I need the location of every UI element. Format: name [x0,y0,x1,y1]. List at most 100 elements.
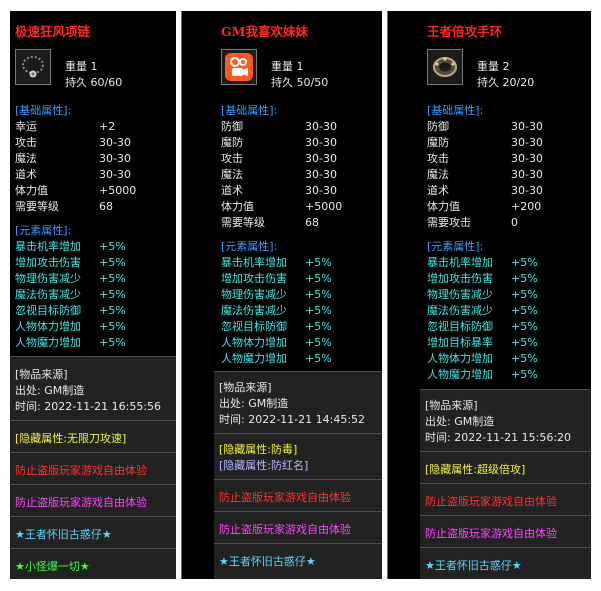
stat-value: +5% [511,368,538,381]
stat-value: +5% [99,288,126,301]
stat-name: 幸运 [15,120,37,133]
stat-value: +2 [99,120,116,133]
weight-value: 1 [90,60,98,73]
base-stat-row: 体力值 +200 [427,198,541,214]
stat-value: +5% [99,240,126,253]
stat-name: 体力值 [221,200,254,213]
stat-value: +5% [511,336,538,349]
element-stat-row: 忽视目标防御 +5% [427,318,538,334]
time-label: 时间: [425,431,451,444]
stat-value: +5% [511,304,538,317]
stat-name: 忽视目标防御 [15,304,81,317]
stat-name: 人物体力增加 [221,336,287,349]
base-stat-row: 攻击 30-30 [15,134,131,150]
anti-piracy-notice: 防止盗版玩家游戏自由体验 [15,464,147,477]
stat-name: 魔防 [427,136,449,149]
base-stat-row: 道术 30-30 [427,182,543,198]
stat-value: +5% [99,320,126,333]
stat-name: 道术 [427,184,449,197]
stat-value: +5000 [99,184,137,197]
weight-row: 重量 1 [271,58,304,74]
stat-name: 增加攻击伤害 [15,256,81,269]
item-slot[interactable] [15,49,51,85]
stat-name: 魔法伤害减少 [15,288,81,301]
stat-name: 增加目标暴率 [427,336,493,349]
stat-name: 魔法 [221,168,243,181]
base-stat-row: 需要攻击 0 [427,214,518,230]
item-footer: [物品来源] 出处: GM制造 时间: 2022-11-21 16:55:56 … [10,356,176,579]
divider [181,11,182,579]
element-stat-row: 人物魔力增加 +5% [221,350,332,366]
origin-value: GM制造 [454,415,495,428]
stat-value: +200 [511,200,542,213]
element-stat-row: 增加攻击伤害 +5% [427,270,538,286]
element-stat-row: 忽视目标防御 +5% [221,318,332,334]
divider [214,479,382,480]
durability-row: 持久 20/20 [477,74,534,90]
stat-value: +5% [99,256,126,269]
stat-value: 30-30 [511,152,543,165]
time-value: 2022-11-21 16:55:56 [44,400,162,413]
base-stat-row: 需要等级 68 [15,198,113,214]
element-stat-row: 人物魔力增加 +5% [427,366,538,382]
stat-value: +5% [511,352,538,365]
stat-value: 30-30 [305,120,337,133]
anti-piracy-notice: 防止盗版玩家游戏自由体验 [425,527,557,540]
weight-label: 重量 [65,60,87,73]
time-value: 2022-11-21 14:45:52 [248,413,366,426]
element-attributes-title: [元素属性]: [221,240,278,253]
stat-name: 暴击机率增加 [427,256,493,269]
stat-name: 需要攻击 [427,216,471,229]
stat-value: 30-30 [99,136,131,149]
stat-name: 魔法 [15,152,37,165]
weight-row: 重量 1 [65,58,98,74]
stat-value: 68 [305,216,319,229]
stat-name: 增加攻击伤害 [221,272,287,285]
stat-value: 68 [99,200,113,213]
weight-row: 重量 2 [477,58,510,74]
weight-value: 2 [502,60,510,73]
item-slot[interactable] [221,49,257,85]
stat-name: 攻击 [427,152,449,165]
durability-value: 60/60 [90,76,123,89]
base-stat-row: 攻击 30-30 [427,150,543,166]
divider [214,511,382,512]
source-title: [物品来源] [425,399,478,412]
stat-value: +5% [511,288,538,301]
element-stat-row: 人物体力增加 +5% [15,318,126,334]
stat-value: 30-30 [511,184,543,197]
hidden-attribute: [隐藏属性:防毒] [219,443,298,456]
element-stat-row: 魔法伤害减少 +5% [221,302,332,318]
stat-value: 30-30 [511,120,543,133]
base-stat-row: 魔法 30-30 [427,166,543,182]
stat-value: 30-30 [305,184,337,197]
origin-label: 出处: [15,384,41,397]
stat-name: 人物体力增加 [427,352,493,365]
element-stat-row: 增加目标暴率 +5% [427,334,538,350]
stat-name: 需要等级 [15,200,59,213]
element-stat-row: 忽视目标防御 +5% [15,302,126,318]
stat-name: 魔法 [427,168,449,181]
divider [387,11,388,579]
time-value: 2022-11-21 15:56:20 [454,431,572,444]
time-label: 时间: [15,400,41,413]
stat-name: 人物魔力增加 [221,352,287,365]
anti-piracy-notice: 防止盗版玩家游戏自由体验 [15,496,147,509]
stat-name: 暴击机率增加 [15,240,81,253]
element-stat-row: 暴击机率增加 +5% [15,238,126,254]
durability-label: 持久 [271,76,293,89]
stat-name: 物理伤害减少 [427,288,493,301]
weight-label: 重量 [477,60,499,73]
time-row: 时间: 2022-11-21 15:56:20 [420,429,591,445]
item-tooltip-3: 王者倍攻手环 重量 2 持久 20/20 [基础属性]: 防御 30-30 魔防 3… [387,11,591,579]
durability-label: 持久 [477,76,499,89]
element-stat-row: 人物体力增加 +5% [427,350,538,366]
item-slot[interactable] [427,49,463,85]
hidden-attribute: [隐藏属性:超级倍攻] [425,463,526,476]
base-stat-row: 道术 30-30 [221,182,337,198]
divider [420,451,591,452]
stat-name: 魔防 [221,136,243,149]
stat-value: +5% [511,320,538,333]
stat-value: 30-30 [511,168,543,181]
weight-value: 1 [296,60,304,73]
